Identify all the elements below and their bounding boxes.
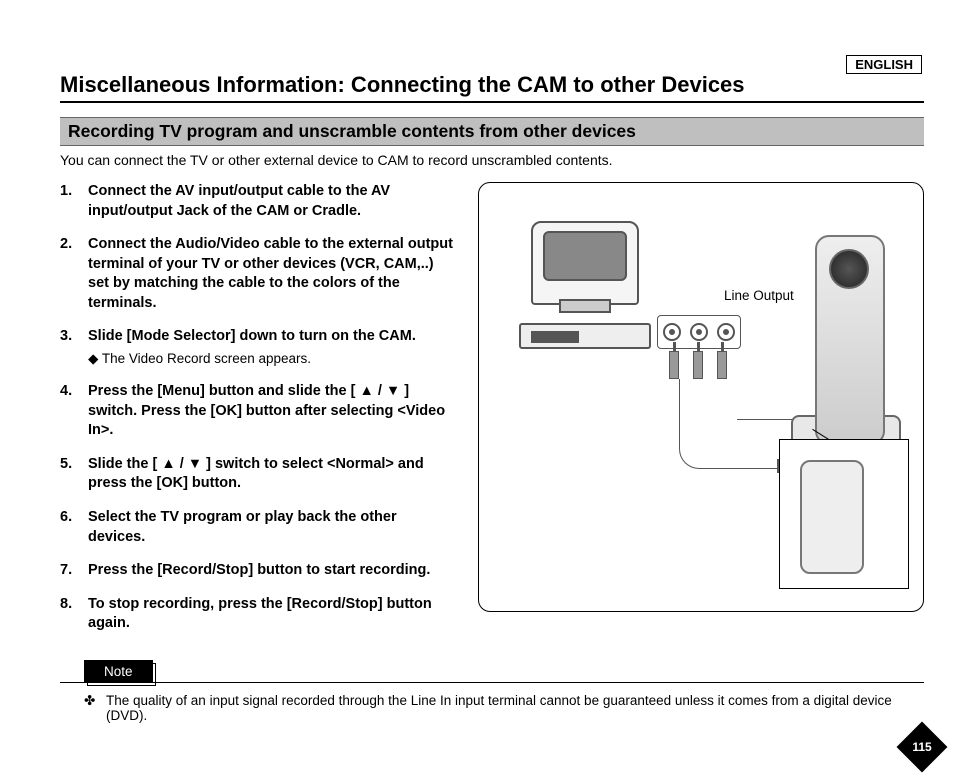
steps-column: Connect the AV input/output cable to the…: [60, 182, 456, 648]
diagram-label: Line Output: [724, 288, 794, 303]
step-text: Slide [Mode Selector] down to turn on th…: [88, 328, 416, 344]
page-title: Miscellaneous Information: Connecting th…: [60, 72, 924, 103]
jack-icon: [717, 323, 735, 341]
note-text: The quality of an input signal recorded …: [106, 693, 924, 723]
intro-text: You can connect the TV or other external…: [60, 152, 924, 168]
zoom-detail-icon: [779, 439, 909, 589]
plug-icon: [717, 351, 727, 379]
step-5: Slide the [ ▲ / ▼ ] switch to select <No…: [60, 455, 456, 494]
step-7: Press the [Record/Stop] button to start …: [60, 561, 456, 581]
step-text: To stop recording, press the [Record/Sto…: [88, 596, 432, 632]
language-badge: ENGLISH: [846, 55, 922, 74]
step-sub-text: The Video Record screen appears.: [102, 351, 311, 366]
plug-icon: [693, 351, 703, 379]
step-4: Press the [Menu] button and slide the [ …: [60, 382, 456, 441]
step-text: Press the [Menu] button and slide the [ …: [88, 383, 445, 438]
step-sub: ◆ The Video Record screen appears.: [88, 350, 456, 368]
section-heading: Recording TV program and unscramble cont…: [60, 117, 924, 146]
step-1: Connect the AV input/output cable to the…: [60, 182, 456, 221]
note-section: Note ✤ The quality of an input signal re…: [60, 660, 924, 723]
vcr-icon: [519, 323, 651, 349]
jack-icon: [690, 323, 708, 341]
jack-icon: [663, 323, 681, 341]
page-number-text: 115: [904, 740, 940, 754]
step-text: Select the TV program or play back the o…: [88, 509, 397, 545]
plug-icon: [669, 351, 679, 379]
step-3: Slide [Mode Selector] down to turn on th…: [60, 327, 456, 368]
lens-icon: [829, 249, 869, 289]
steps-list: Connect the AV input/output cable to the…: [60, 182, 456, 634]
step-text: Slide the [ ▲ / ▼ ] switch to select <No…: [88, 456, 424, 492]
step-text: Press the [Record/Stop] button to start …: [88, 562, 430, 578]
note-label: Note: [84, 660, 153, 683]
step-text: Connect the AV input/output cable to the…: [88, 183, 390, 219]
tv-icon: [531, 221, 639, 305]
bullet-icon: ✤: [84, 693, 106, 723]
step-6: Select the TV program or play back the o…: [60, 508, 456, 547]
page-number: 115: [904, 729, 940, 765]
step-8: To stop recording, press the [Record/Sto…: [60, 595, 456, 634]
connection-diagram: Line Output: [478, 182, 924, 612]
step-2: Connect the Audio/Video cable to the ext…: [60, 235, 456, 313]
divider: [60, 682, 924, 683]
note-item: ✤ The quality of an input signal recorde…: [60, 693, 924, 723]
step-text: Connect the Audio/Video cable to the ext…: [88, 236, 453, 311]
